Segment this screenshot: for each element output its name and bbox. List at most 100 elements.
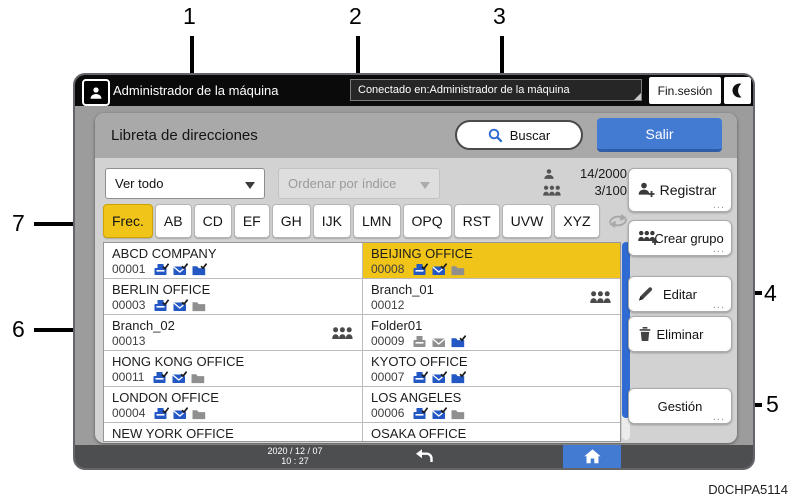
address-entry[interactable]: BEIJING OFFICE 00008 xyxy=(362,243,620,279)
back-button[interactable] xyxy=(409,445,439,468)
fax-destination-icon xyxy=(413,263,428,276)
tab-label: AB xyxy=(164,213,183,229)
index-tab-frec[interactable]: Frec. xyxy=(103,204,153,238)
manual-figure: 1 2 3 4 5 6 7 D0CHPA5114 Administrador d… xyxy=(0,0,796,504)
system-top-bar: Administrador de la máquina Conectado en… xyxy=(75,75,753,106)
address-entry[interactable]: LONDON OFFICE 00004 xyxy=(104,387,362,423)
index-tab-cd[interactable]: CD xyxy=(194,204,232,238)
create-group-button[interactable]: Crear grupo ... xyxy=(628,220,732,256)
entry-destination-icons xyxy=(154,299,207,312)
management-button[interactable]: Gestión ... xyxy=(628,388,732,424)
address-entry[interactable]: BERLIN OFFICE 00003 xyxy=(104,279,362,315)
energy-saver-button[interactable] xyxy=(724,77,751,104)
person-plus-icon xyxy=(638,182,655,198)
index-tab-ef[interactable]: EF xyxy=(234,204,270,238)
callout-5: 5 xyxy=(766,392,779,416)
folder-destination-icon xyxy=(192,407,207,420)
home-button[interactable] xyxy=(563,445,621,468)
address-entry[interactable]: ABCD COMPANY 00001 xyxy=(104,243,362,279)
mail-destination-icon xyxy=(432,335,447,348)
sort-dropdown-value: Ordenar por índice xyxy=(288,176,396,191)
callout-4: 4 xyxy=(764,281,777,305)
delete-button[interactable]: Eliminar xyxy=(628,316,732,352)
callout-7: 7 xyxy=(12,211,25,235)
fax-destination-icon xyxy=(154,263,169,276)
logout-button[interactable]: Fin.sesión xyxy=(649,77,721,104)
address-entry[interactable]: LOS ANGELES 00006 xyxy=(362,387,620,423)
address-list: ABCD COMPANY 00001 BEIJING OFFICE 00008 … xyxy=(103,242,621,442)
address-book-panel: Libreta de direcciones Buscar Salir Ver … xyxy=(95,113,737,443)
folder-destination-icon xyxy=(451,371,466,384)
index-tab-opq[interactable]: OPQ xyxy=(403,204,452,238)
pencil-icon xyxy=(638,287,653,302)
index-tab-gh[interactable]: GH xyxy=(272,204,311,238)
exit-button[interactable]: Salir xyxy=(597,118,722,152)
tab-label: Frec. xyxy=(112,213,144,229)
fax-destination-icon xyxy=(413,371,428,384)
entry-name: BERLIN OFFICE xyxy=(112,282,356,297)
tab-label: IJK xyxy=(322,213,342,229)
index-tab-rst[interactable]: RST xyxy=(454,204,500,238)
entry-number: 00009 xyxy=(371,334,404,348)
entry-name: KYOTO OFFICE xyxy=(371,354,614,369)
page-title: Libreta de direcciones xyxy=(111,113,258,158)
callout-3: 3 xyxy=(493,4,506,28)
logged-in-user-name: Administrador de la máquina xyxy=(113,75,278,106)
address-entry[interactable]: OSAKA OFFICE xyxy=(362,423,620,442)
entry-name: BEIJING OFFICE xyxy=(371,246,614,261)
index-tab-ab[interactable]: AB xyxy=(155,204,192,238)
trash-icon xyxy=(638,327,652,342)
entry-name: LOS ANGELES xyxy=(371,390,614,405)
tab-label: EF xyxy=(243,213,261,229)
figure-part-number: D0CHPA5114 xyxy=(708,482,788,497)
edit-button[interactable]: Editar ... xyxy=(628,276,732,312)
index-tab-xyz[interactable]: XYZ xyxy=(554,204,599,238)
search-button[interactable]: Buscar xyxy=(455,120,583,150)
address-entry[interactable]: HONG KONG OFFICE 00011 xyxy=(104,351,362,387)
entry-name: LONDON OFFICE xyxy=(112,390,356,405)
switch-index-icon xyxy=(606,213,630,229)
entry-number: 00012 xyxy=(371,298,404,312)
address-entry[interactable]: Folder01 00009 xyxy=(362,315,620,351)
index-tab-bar: Frec. AB CD EF GH IJK LMNOPQRST UVW XYZ xyxy=(103,204,634,238)
register-button[interactable]: Registrar ... xyxy=(628,168,732,212)
mail-destination-icon xyxy=(172,371,187,384)
fax-destination-icon xyxy=(154,299,169,312)
entry-name: HONG KONG OFFICE xyxy=(112,354,356,369)
callout-6: 6 xyxy=(12,317,25,341)
entry-number: 00004 xyxy=(112,406,145,420)
person-icon xyxy=(89,86,103,100)
callout-1: 1 xyxy=(183,4,196,28)
folder-destination-icon xyxy=(451,335,466,348)
address-entry[interactable]: Branch_02 00013 xyxy=(104,315,362,351)
folder-destination-icon xyxy=(191,371,206,384)
fax-destination-icon xyxy=(413,407,428,420)
view-dropdown[interactable]: Ver todo xyxy=(105,168,265,199)
address-entry[interactable]: KYOTO OFFICE 00007 xyxy=(362,351,620,387)
more-indicator: ... xyxy=(713,243,725,255)
callout-2: 2 xyxy=(349,4,362,28)
entry-destination-icons xyxy=(154,263,207,276)
entry-destination-icons xyxy=(413,371,466,384)
tab-label: UVW xyxy=(511,213,544,229)
index-tab-lmn[interactable]: LMN xyxy=(353,204,401,238)
register-button-label: Registrar xyxy=(660,182,717,198)
entry-name: Branch_02 xyxy=(112,318,356,333)
chevron-down-icon xyxy=(245,182,255,189)
mail-destination-icon xyxy=(173,299,188,312)
entry-destination-icons xyxy=(153,371,206,384)
entry-destination-icons xyxy=(413,335,466,348)
callout-line-6 xyxy=(34,328,78,332)
address-entry[interactable]: Branch_01 00012 xyxy=(362,279,620,315)
group-icon xyxy=(332,327,353,339)
entry-number: 00011 xyxy=(112,370,144,384)
entry-name: NEW YORK OFFICE xyxy=(112,426,356,441)
time-label: 10 : 27 xyxy=(250,456,340,466)
group-count: 3/100 xyxy=(594,183,627,198)
index-tab-ijk[interactable]: IJK xyxy=(313,204,351,238)
entry-number: 00013 xyxy=(112,334,145,348)
address-entry[interactable]: NEW YORK OFFICE xyxy=(104,423,362,442)
session-status[interactable]: Conectado en:Administrador de la máquina xyxy=(350,79,642,101)
fax-destination-icon xyxy=(154,407,169,420)
index-tab-uvw[interactable]: UVW xyxy=(502,204,553,238)
